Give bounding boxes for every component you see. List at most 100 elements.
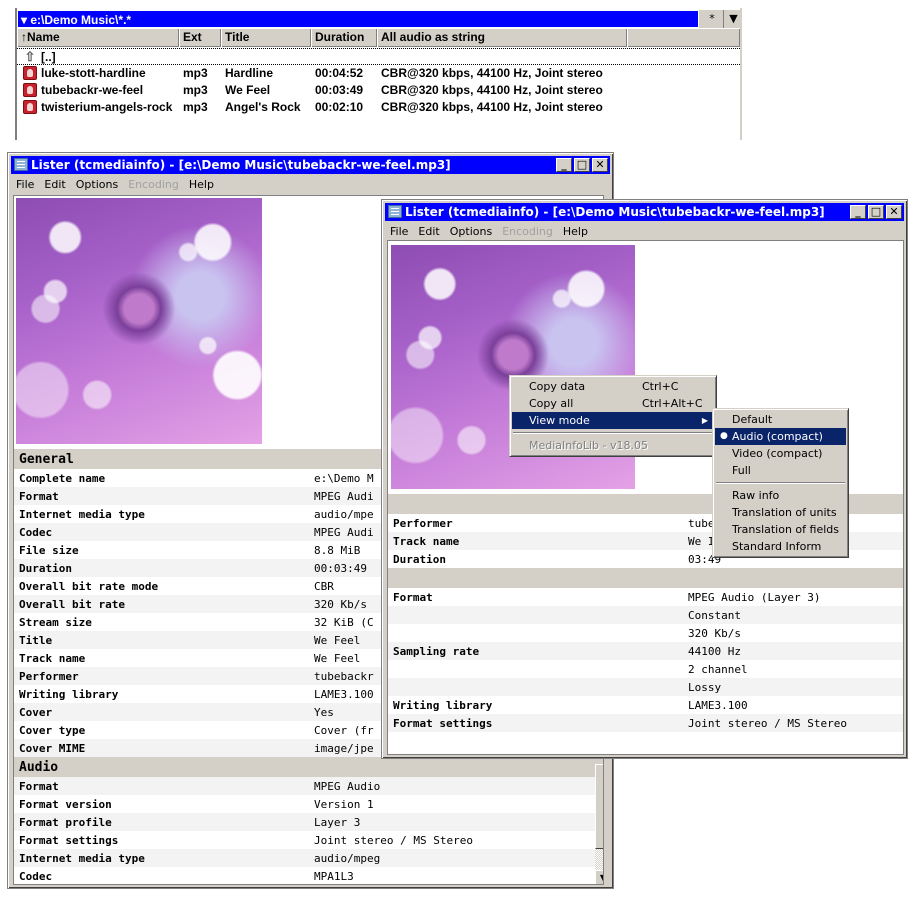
field-name: Codec [19,869,53,883]
field-name: Format [393,590,433,604]
menu-item-standard-inform[interactable]: Standard Inform [715,538,846,555]
scroll-down-arrow-icon[interactable]: ▼ [595,870,603,884]
info-row: Format profile Layer 3 [14,813,603,831]
field-value: MPEG Audio (Layer 3) [688,590,821,604]
menu-options[interactable]: Options [445,223,497,241]
shortcut-label: Ctrl+Alt+C [642,397,703,410]
field-name: Writing library [19,687,119,701]
field-name: Complete name [19,471,106,485]
info-row: Sampling rate 44100 Hz [388,642,903,660]
field-name: Title [14,631,309,649]
field-name: Cover [14,703,309,721]
scrollbar-track[interactable] [595,849,603,870]
field-name: Codec [14,523,309,541]
title-bar[interactable]: Lister (tcmediainfo) - [e:\Demo Music\tu… [11,156,610,174]
info-row: Writing library LAME3.100 [388,696,903,714]
shortcut-label: Ctrl+C [642,380,679,393]
menu-file[interactable]: File [11,176,39,194]
field-name: Performer [393,516,453,530]
close-button[interactable]: ✕ [886,205,902,219]
favorites-button[interactable]: * [702,10,722,28]
column-ext[interactable]: Ext [179,29,221,47]
field-value: audio/mpeg [309,849,603,867]
field-value: LAME3.100 [688,698,748,712]
field-name: Overall bit rate mode [19,579,159,593]
file-row[interactable]: tubebackr-we-feel mp3 We Feel 00:03:49 C… [17,82,740,99]
field-name: Duration [393,552,446,566]
field-value: 2 channel [688,662,748,676]
field-name: Format [14,777,309,795]
context-menu: Copy data Ctrl+C Copy all Ctrl+Alt+C View … [509,375,717,457]
history-dropdown-button[interactable]: ▼ [723,10,743,28]
field-value: Layer 3 [309,813,603,831]
menu-encoding: Encoding [502,225,553,238]
field-value: Joint stereo / MS Stereo [683,714,903,732]
title-bar[interactable]: Lister (tcmediainfo) - [e:\Demo Music\tu… [385,203,904,221]
menu-item-translation-units[interactable]: Translation of units [715,504,846,521]
menu-file[interactable]: File [385,223,413,241]
path-dropdown-icon[interactable]: ▾ [21,13,27,27]
vertical-scrollbar[interactable]: ▼ [595,764,603,884]
info-row: Format settings Joint stereo / MS Stereo [388,714,903,732]
menu-item-full[interactable]: Full [715,462,846,479]
maximize-button[interactable]: □ [868,205,884,219]
field-name: Format [14,487,309,505]
menu-help[interactable]: Help [184,176,219,194]
info-row: Format MPEG Audio (Layer 3) [388,588,903,606]
menu-item-default[interactable]: Default [715,411,846,428]
menu-item-raw-info[interactable]: Raw info [715,487,846,504]
menu-item-translation-fields[interactable]: Translation of fields [715,521,846,538]
field-value: Lossy [683,678,903,696]
menu-item-copy-all[interactable]: Copy all Ctrl+Alt+C [512,395,714,412]
cover-art-image [16,198,262,444]
minimize-button[interactable]: _ [850,205,866,219]
column-all-audio[interactable]: All audio as string [377,29,627,47]
file-row[interactable]: twisterium-angels-rock mp3 Angel's Rock … [17,99,740,116]
menu-item-audio-compact[interactable]: ● Audio (compact) [715,428,846,445]
menu-separator [512,429,714,437]
menu-item-copy-data[interactable]: Copy data Ctrl+C [512,378,714,395]
file-panel: ▾ e:\Demo Music\*.* * ▼ ↑Name Ext Title … [15,8,742,140]
field-value: MPEG Audio [309,777,603,795]
close-button[interactable]: ✕ [592,158,608,172]
column-title[interactable]: Title [221,29,311,47]
menu-edit[interactable]: Edit [39,176,70,194]
field-name: Format settings [388,714,683,732]
menu-item-video-compact[interactable]: Video (compact) [715,445,846,462]
updir-row[interactable]: ⇧ [..] [17,48,740,65]
field-name: Internet media type [14,849,309,867]
field-name: Sampling rate [388,642,683,660]
path-text: e:\Demo Music\*.* [30,13,132,27]
menu-edit[interactable]: Edit [413,223,444,241]
file-row[interactable]: luke-stott-hardline mp3 Hardline 00:04:5… [17,65,740,82]
menu-encoding: Encoding [128,178,179,191]
field-name: Format settings [19,833,119,847]
column-name[interactable]: ↑Name [17,29,179,47]
field-name: Writing library [393,698,493,712]
field-value: Version 1 [314,797,374,811]
up-directory-icon: ⇧ [24,49,36,64]
field-name [388,606,683,624]
field-name: Overall bit rate [14,595,309,613]
current-path[interactable]: ▾ e:\Demo Music\*.* [17,10,699,28]
field-value: 320 Kb/s [688,626,741,640]
maximize-button[interactable]: □ [574,158,590,172]
field-name: Track name [19,651,86,665]
menu-options[interactable]: Options [71,176,123,194]
section-title: Audio [14,757,603,777]
file-list: ⇧ [..] luke-stott-hardline mp3 Hardline … [17,48,740,116]
field-value: 44100 Hz [683,642,903,660]
menu-bar: File Edit Options Encoding Help [11,176,610,194]
field-name [388,660,683,678]
menu-item-view-mode[interactable]: View mode ▶ [512,412,714,429]
column-duration[interactable]: Duration [311,29,377,47]
info-row: 320 Kb/s [388,624,903,642]
menu-help[interactable]: Help [558,223,593,241]
field-name: Duration [14,559,309,577]
field-name: File size [19,543,79,557]
minimize-button[interactable]: _ [556,158,572,172]
section-header [388,568,903,588]
window-title: Lister (tcmediainfo) - [e:\Demo Music\tu… [405,205,825,219]
scrollbar-thumb[interactable] [595,764,603,849]
field-value: Constant [683,606,903,624]
